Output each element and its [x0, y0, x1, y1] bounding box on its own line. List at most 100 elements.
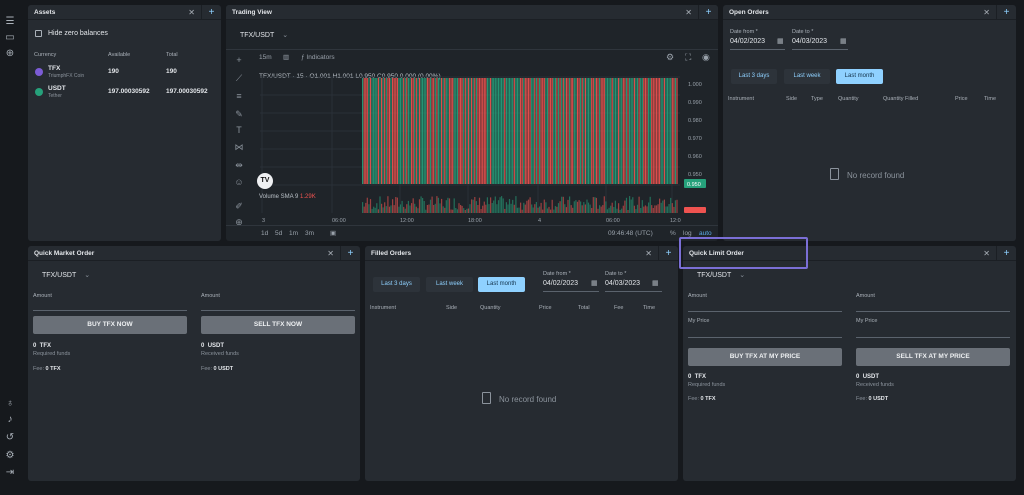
- date-range-icon[interactable]: ▣: [330, 229, 336, 237]
- volume-bar: [513, 204, 515, 213]
- brush-icon[interactable]: ✎: [234, 109, 244, 119]
- volume-bar: [636, 204, 639, 213]
- volume-bar: [613, 207, 615, 213]
- date-to-input[interactable]: 04/03/2023: [792, 38, 827, 45]
- candle: [452, 78, 454, 184]
- candle: [581, 78, 583, 184]
- volume-bar: [622, 205, 624, 213]
- measure-icon[interactable]: ⇹: [234, 160, 244, 170]
- fullscreen-icon[interactable]: ⛶: [685, 52, 691, 63]
- camera-icon[interactable]: ◉: [702, 52, 710, 63]
- menu-icon[interactable]: ☰: [4, 16, 16, 28]
- emoji-icon[interactable]: ☺: [234, 177, 244, 187]
- buy-price-input[interactable]: [688, 337, 842, 338]
- table-row[interactable]: USDT Tether 197.00030592 197.00030592: [28, 85, 221, 103]
- layout-icon[interactable]: ▭: [4, 32, 16, 44]
- log-toggle[interactable]: log: [683, 230, 692, 237]
- chip-last-month[interactable]: Last month: [478, 277, 525, 292]
- pattern-icon[interactable]: ⋈: [234, 142, 244, 152]
- bell-icon[interactable]: ♪: [4, 414, 16, 426]
- ruler-icon[interactable]: ✐: [234, 201, 244, 211]
- volume-bar: [490, 197, 492, 213]
- history-icon[interactable]: ↺: [4, 432, 16, 444]
- hide-zero-checkbox[interactable]: [35, 30, 42, 37]
- candle: [513, 78, 515, 184]
- range-1m[interactable]: 1m: [289, 230, 298, 237]
- candle: [523, 78, 525, 184]
- add-icon[interactable]: +: [996, 5, 1016, 20]
- volume-bar: [565, 207, 567, 213]
- logout-icon[interactable]: ⇥: [4, 467, 16, 479]
- sell-tfx-now-button[interactable]: SELL TFX NOW: [201, 316, 355, 334]
- candle: [483, 78, 485, 184]
- calendar-icon[interactable]: ▦: [777, 37, 784, 45]
- pair-select[interactable]: TFX/USDT ⌄: [697, 271, 745, 279]
- volume-bar: [584, 204, 586, 213]
- close-icon[interactable]: ✕: [327, 249, 334, 258]
- chip-last-3-days[interactable]: Last 3 days: [731, 69, 777, 84]
- chip-last-week[interactable]: Last week: [426, 277, 473, 292]
- candle: [641, 78, 643, 184]
- indicators-button[interactable]: ƒ Indicators: [301, 54, 335, 61]
- sell-amount-input[interactable]: [856, 311, 1010, 312]
- buy-at-my-price-button[interactable]: BUY TFX AT MY PRICE: [688, 348, 842, 366]
- buy-amount-label: Amount: [688, 293, 707, 299]
- candle: [401, 78, 403, 184]
- add-icon[interactable]: +: [340, 246, 360, 261]
- gear-icon[interactable]: ⚙: [666, 52, 674, 63]
- open-orders-header: Open Orders ✕ +: [723, 5, 1016, 20]
- close-icon[interactable]: ✕: [685, 8, 692, 17]
- pair-select[interactable]: TFX/USDT ⌄: [42, 271, 90, 279]
- range-5d[interactable]: 5d: [275, 230, 282, 237]
- add-icon[interactable]: +: [698, 5, 718, 20]
- add-widget-icon[interactable]: ⊕: [4, 48, 16, 60]
- lightbulb-icon[interactable]: ♁: [4, 398, 16, 410]
- table-row[interactable]: TFX TriumphFX Coin 190 190: [28, 65, 221, 83]
- pair-select[interactable]: TFX/USDT ⌄: [240, 31, 288, 39]
- sell-at-my-price-button[interactable]: SELL TFX AT MY PRICE: [856, 348, 1010, 366]
- interval-button[interactable]: 15m: [259, 54, 272, 61]
- settings-icon[interactable]: ⚙: [4, 450, 16, 462]
- auto-toggle[interactable]: auto: [699, 230, 712, 237]
- add-icon[interactable]: +: [201, 5, 221, 20]
- calendar-icon[interactable]: ▦: [652, 279, 659, 287]
- add-icon[interactable]: +: [658, 246, 678, 261]
- crosshair-icon[interactable]: +: [234, 55, 244, 65]
- buy-tfx-now-button[interactable]: BUY TFX NOW: [33, 316, 187, 334]
- calendar-icon[interactable]: ▦: [840, 37, 847, 45]
- close-icon[interactable]: ✕: [188, 8, 195, 17]
- volume-bar: [379, 196, 381, 213]
- candle: [374, 78, 376, 184]
- chip-last-3-days[interactable]: Last 3 days: [373, 277, 420, 292]
- volume-bar: [553, 209, 555, 213]
- asset-total: 197.00030592: [166, 88, 208, 95]
- percent-toggle[interactable]: %: [670, 230, 676, 237]
- trendline-icon[interactable]: ⟋: [234, 73, 244, 83]
- sell-amount-input[interactable]: [201, 310, 355, 311]
- add-icon[interactable]: +: [996, 246, 1016, 261]
- utc-clock[interactable]: 09:46:48 (UTC): [608, 230, 653, 237]
- date-from-input[interactable]: 04/02/2023: [730, 38, 765, 45]
- fib-icon[interactable]: ≡: [234, 91, 244, 101]
- price-chart[interactable]: 1.000 0.990 0.980 0.970 0.960 0.950 0.950 3 06:0…: [252, 67, 718, 227]
- candle: [589, 78, 591, 184]
- close-icon[interactable]: ✕: [645, 249, 652, 258]
- text-icon[interactable]: T: [234, 125, 244, 135]
- range-3m[interactable]: 3m: [305, 230, 314, 237]
- date-to-input[interactable]: 04/03/2023: [605, 280, 640, 287]
- sell-price-input[interactable]: [856, 337, 1010, 338]
- close-icon[interactable]: ✕: [983, 8, 990, 17]
- buy-amount-input[interactable]: [33, 310, 187, 311]
- buy-amount-input[interactable]: [688, 311, 842, 312]
- chip-last-week[interactable]: Last week: [784, 69, 830, 84]
- candle: [460, 78, 462, 184]
- candles-icon[interactable]: ▥: [283, 53, 289, 61]
- candle: [456, 78, 458, 184]
- date-from-input[interactable]: 04/02/2023: [543, 280, 578, 287]
- close-icon[interactable]: ✕: [983, 249, 990, 258]
- candle: [434, 78, 436, 184]
- chip-last-month[interactable]: Last month: [836, 69, 883, 84]
- candle: [494, 78, 496, 184]
- range-1d[interactable]: 1d: [261, 230, 268, 237]
- calendar-icon[interactable]: ▦: [591, 279, 598, 287]
